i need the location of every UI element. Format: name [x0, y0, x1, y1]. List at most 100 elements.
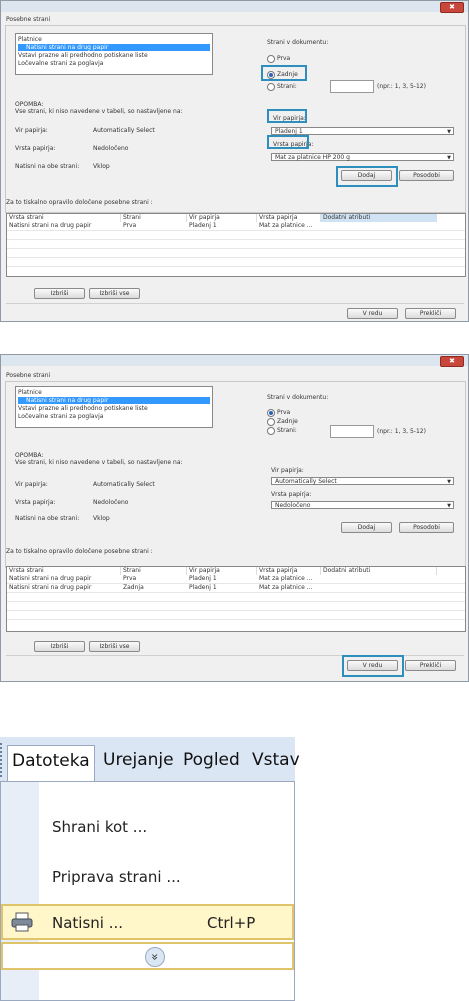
special-pages-table[interactable]: Vrsta strani Strani Vir papirja Vrsta pa… — [6, 213, 466, 277]
file-menu-screenshot: Datoteka Urejanje Pogled Vstav Shrani ko… — [0, 737, 300, 1001]
cell: Mat za platnice ... — [259, 584, 313, 591]
type-label: Vrsta papirja: — [15, 499, 56, 506]
special-pages-table[interactable]: Vrsta strani Strani Vir papirja Vrsta pa… — [6, 566, 466, 632]
column-header[interactable]: Vrsta papirja — [257, 214, 321, 222]
column-header[interactable]: Dodatni atributi — [321, 214, 437, 222]
menu-urejanje[interactable]: Urejanje — [103, 745, 174, 775]
radio-pages[interactable] — [267, 83, 275, 91]
delete-button[interactable]: Izbriši — [34, 288, 85, 299]
chevron-down-icon[interactable]: ▼ — [447, 128, 451, 136]
list-item-selected[interactable]: Natisni strani na drug papir — [18, 44, 210, 51]
menu-datoteka[interactable]: Datoteka — [7, 745, 95, 782]
type-value: Nedoločeno — [93, 499, 129, 506]
pages-hint: (npr.: 1, 3, 5-12) — [377, 428, 426, 435]
list-item[interactable]: Platnice — [18, 36, 42, 43]
duplex-value: Vklop — [93, 163, 110, 170]
list-item-selected[interactable]: Natisni strani na drug papir — [18, 397, 210, 404]
cell: Prva — [123, 222, 137, 229]
close-button[interactable]: ✖ — [440, 356, 464, 367]
type-combo[interactable]: Nedoločeno ▼ — [271, 501, 454, 509]
type-combo[interactable]: Mat za platnice HP 200 g ▼ — [271, 153, 454, 161]
delete-button[interactable]: Izbriši — [34, 641, 85, 652]
radio-last[interactable] — [267, 418, 275, 426]
highlight-source-label — [267, 109, 307, 123]
column-header[interactable]: Vir papirja — [187, 214, 257, 222]
list-item[interactable]: Platnice — [18, 389, 42, 396]
menu-item-page-setup[interactable]: Priprava strani ... — [52, 868, 181, 886]
menu-pogled[interactable]: Pogled — [183, 745, 240, 775]
menu-expand-row[interactable]: » — [1, 942, 294, 970]
menu-item-print[interactable]: Natisni ... — [52, 914, 123, 932]
radio-first[interactable] — [267, 409, 275, 417]
radio-pages-label: Strani: — [277, 427, 297, 434]
table-row-empty — [7, 593, 465, 602]
delete-all-button[interactable]: Izbriši vse — [89, 641, 140, 652]
cell: Natisni strani na drug papir — [9, 584, 92, 591]
cancel-button[interactable]: Prekliči — [405, 660, 456, 671]
delete-all-button[interactable]: Izbriši vse — [89, 288, 140, 299]
right-type-label: Vrsta papirja: — [271, 491, 312, 498]
right-source-label: Vir papirja: — [271, 467, 304, 474]
list-item[interactable]: Vstavi prazne ali predhodno potiskane li… — [18, 52, 148, 59]
cell: Pladenj 1 — [189, 584, 217, 591]
file-menu-dropdown: Shrani kot ... Priprava strani ... Natis… — [0, 781, 295, 1001]
chevron-down-icon[interactable]: ▼ — [447, 478, 451, 486]
table-row[interactable]: Natisni strani na drug papir Zadnja Plad… — [7, 584, 465, 593]
pages-input[interactable] — [330, 80, 374, 93]
page-type-list[interactable]: Platnice Natisni strani na drug papir Vs… — [15, 386, 213, 428]
type-label: Vrsta papirja: — [15, 145, 56, 152]
column-header[interactable]: Strani — [121, 567, 187, 575]
cancel-button[interactable]: Prekliči — [405, 308, 456, 319]
radio-first-label: Prva — [277, 409, 291, 416]
settings-button[interactable]: Posodobi — [399, 522, 454, 533]
table-caption: Za to tiskalno opravilo določene posebne… — [6, 548, 153, 555]
close-button[interactable]: ✖ — [440, 2, 464, 13]
list-item[interactable]: Ločevalne strani za poglavja — [18, 60, 103, 67]
chevron-down-icon[interactable]: ▼ — [447, 502, 451, 510]
page-type-list[interactable]: Platnice Natisni strani na drug papir Vs… — [15, 33, 213, 75]
pages-input[interactable] — [330, 425, 374, 438]
title-bar: ✖ — [1, 1, 468, 13]
source-label: Vir papirja: — [15, 481, 48, 488]
cell: Prva — [123, 575, 137, 582]
print-shortcut: Ctrl+P — [207, 914, 256, 932]
cell: Natisni strani na drug papir — [9, 575, 92, 582]
table-row[interactable]: Natisni strani na drug papir Prva Pladen… — [7, 222, 465, 231]
duplex-label: Natisni na obe strani: — [15, 163, 80, 170]
source-combo[interactable]: Pladenj 1 ▼ — [271, 127, 454, 135]
radio-pages[interactable] — [267, 427, 275, 435]
cell: Mat za platnice ... — [259, 575, 313, 582]
list-item[interactable]: Vstavi prazne ali predhodno potiskane li… — [18, 405, 148, 412]
column-header[interactable]: Vir papirja — [187, 567, 257, 575]
add-button[interactable]: Dodaj — [341, 522, 392, 533]
highlight-ok-button — [342, 655, 404, 677]
note-text: Vse strani, ki niso navedene v tabeli, s… — [15, 459, 183, 466]
table-row[interactable]: Natisni strani na drug papir Prva Pladen… — [7, 575, 465, 584]
chevron-down-icon[interactable]: ▼ — [447, 154, 451, 162]
list-item[interactable]: Ločevalne strani za poglavja — [18, 413, 103, 420]
ok-button[interactable]: V redu — [347, 308, 398, 319]
column-header[interactable]: Strani — [121, 214, 187, 222]
pages-hint: (npr.: 1, 3, 5-12) — [377, 83, 426, 90]
source-label: Vir papirja: — [15, 127, 48, 134]
divider — [6, 303, 464, 304]
table-row-empty — [7, 231, 465, 240]
menubar-grip — [0, 743, 6, 777]
type-value: Nedoločeno — [93, 145, 129, 152]
radio-first-label: Prva — [277, 55, 291, 62]
source-combo[interactable]: Automatically Select ▼ — [271, 477, 454, 485]
table-row-empty — [7, 240, 465, 249]
radio-first[interactable] — [267, 55, 275, 63]
column-header[interactable]: Vrsta strani — [7, 567, 121, 575]
column-header[interactable]: Vrsta papirja — [257, 567, 321, 575]
menu-vstavi[interactable]: Vstav — [252, 745, 300, 775]
highlight-last-radio — [261, 65, 307, 81]
column-header[interactable]: Dodatni atributi — [321, 567, 437, 575]
chevron-double-down-icon[interactable]: » — [145, 947, 165, 967]
menu-item-save-as[interactable]: Shrani kot ... — [52, 818, 147, 836]
source-value: Automatically Select — [93, 481, 155, 488]
cell: Natisni strani na drug papir — [9, 222, 92, 229]
section-label: Posebne strani — [6, 16, 51, 23]
settings-button[interactable]: Posodobi — [399, 170, 454, 181]
column-header[interactable]: Vrsta strani — [7, 214, 121, 222]
